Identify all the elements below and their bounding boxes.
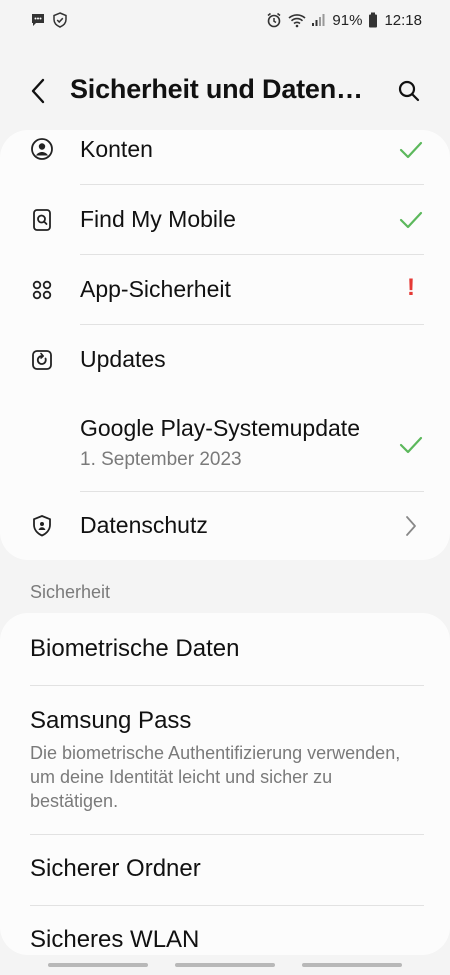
list-item-updates[interactable]: Updates — [0, 325, 450, 395]
alert-indicator: ! — [407, 274, 415, 301]
list-item-label: App-Sicherheit — [80, 276, 231, 302]
check-icon — [398, 207, 424, 233]
list-item-label: Google Play-Systemupdate — [80, 415, 360, 441]
status-right: 91% 12:18 — [266, 12, 422, 29]
find-my-mobile-icon — [30, 208, 54, 232]
nav-back-button[interactable] — [302, 963, 402, 967]
list-item-label: Datenschutz — [80, 512, 208, 538]
list-item-sublabel: 1. September 2023 — [80, 449, 242, 470]
chevron-right-icon — [398, 513, 424, 539]
list-item-biometrische-daten[interactable]: Biometrische Daten — [0, 613, 450, 685]
list-item-sicherer-ordner[interactable]: Sicherer Ordner — [0, 835, 450, 905]
update-icon — [30, 348, 54, 372]
section-header-sicherheit: Sicherheit — [30, 582, 111, 602]
nav-home-button[interactable] — [175, 963, 275, 967]
back-arrow-icon — [31, 78, 45, 104]
list-item-label: Updates — [80, 346, 166, 372]
list-item-google-play-systemupdate[interactable]: Google Play-Systemupdate 1. September 20… — [0, 395, 450, 491]
list-item-label: Biometrische Daten — [30, 635, 240, 662]
list-item-samsung-pass[interactable]: Samsung Pass Die biometrische Authentifi… — [0, 686, 450, 834]
list-item-label: Konten — [80, 136, 153, 162]
search-button[interactable] — [394, 76, 424, 106]
shield-check-icon — [52, 12, 68, 28]
alarm-icon — [266, 12, 282, 28]
status-bar: 91% 12:18 — [0, 0, 450, 40]
list-item-label: Find My Mobile — [80, 206, 236, 232]
battery-icon — [368, 12, 378, 28]
back-button[interactable] — [24, 76, 54, 106]
battery-percent: 91% — [332, 11, 363, 29]
list-item-label: Sicheres WLAN — [30, 926, 200, 953]
message-icon — [30, 12, 46, 28]
list-item-app-security[interactable]: App-Sicherheit ! — [0, 255, 450, 325]
nav-recents-button[interactable] — [48, 963, 148, 967]
check-icon — [398, 432, 424, 458]
signal-icon — [310, 12, 326, 28]
account-circle-icon — [30, 137, 54, 161]
wifi-icon — [288, 12, 306, 28]
list-item-konten[interactable]: Konten — [0, 130, 450, 184]
list-item-find-my-mobile[interactable]: Find My Mobile — [0, 185, 450, 255]
privacy-shield-icon — [30, 514, 54, 538]
settings-card-main: Konten Find My Mobile App-Sicherheit ! U… — [0, 130, 450, 560]
search-icon — [398, 80, 420, 102]
settings-card-security: Biometrische Daten Samsung Pass Die biom… — [0, 613, 450, 955]
list-item-label: Sicherer Ordner — [30, 855, 201, 882]
check-icon — [398, 137, 424, 163]
list-item-sicheres-wlan[interactable]: Sicheres WLAN — [0, 906, 450, 956]
system-nav-bar — [0, 955, 450, 975]
app-header: Sicherheit und Daten… — [0, 58, 450, 124]
list-item-label: Samsung Pass — [30, 707, 192, 734]
list-item-description: Die biometrische Authentifizierung verwe… — [30, 743, 401, 811]
clock: 12:18 — [384, 11, 422, 29]
status-left — [30, 12, 68, 28]
apps-grid-icon — [30, 278, 54, 302]
page-title: Sicherheit und Daten… — [70, 74, 363, 104]
list-item-datenschutz[interactable]: Datenschutz — [0, 492, 450, 560]
